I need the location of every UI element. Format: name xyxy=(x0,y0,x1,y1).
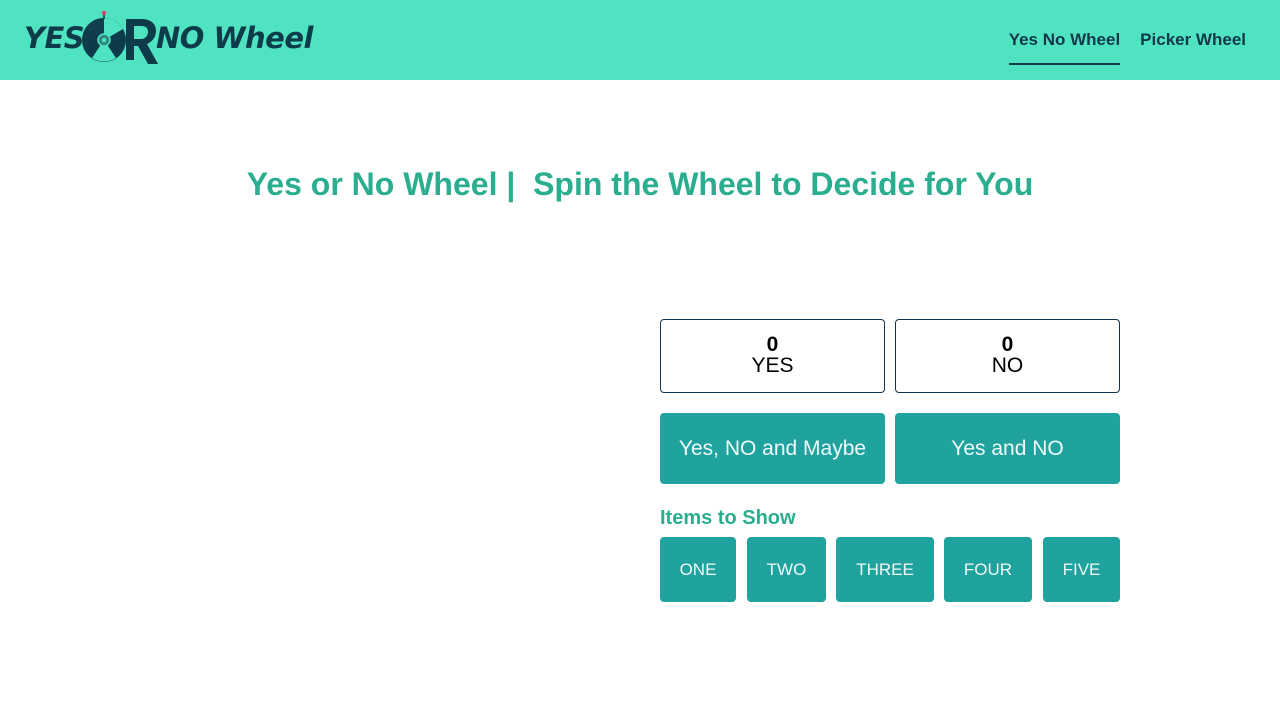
yes-score-box: 0 YES xyxy=(660,319,885,393)
items-to-show-heading: Items to Show xyxy=(660,507,796,529)
items-to-show-options: ONE TWO THREE FOUR FIVE xyxy=(660,537,1120,602)
yes-label: YES xyxy=(751,354,794,377)
items-four-button[interactable]: FOUR xyxy=(944,537,1032,602)
logo-text-no-wheel: NO Wheel xyxy=(156,21,313,55)
yes-count: 0 xyxy=(766,333,779,356)
no-count: 0 xyxy=(1001,333,1014,356)
main-nav: Yes No Wheel Picker Wheel xyxy=(1008,0,1246,80)
site-logo[interactable]: YES NO Wheel xyxy=(22,10,313,68)
items-two-button[interactable]: TWO xyxy=(747,537,826,602)
nav-link-yes-no-wheel[interactable]: Yes No Wheel xyxy=(1008,30,1121,65)
yes-and-no-button[interactable]: Yes and NO xyxy=(895,413,1120,484)
no-score-box: 0 NO xyxy=(895,319,1120,393)
no-label: NO xyxy=(991,354,1024,377)
mode-row: Yes, NO and Maybe Yes and NO xyxy=(660,413,1120,484)
items-one-button[interactable]: ONE xyxy=(660,537,736,602)
items-three-button[interactable]: THREE xyxy=(836,537,934,602)
top-navigation-bar: YES NO Wheel Yes No Wheel Picker Wheel xyxy=(0,0,1280,80)
logo-text-yes: YES xyxy=(24,21,85,55)
items-five-button[interactable]: FIVE xyxy=(1043,537,1120,602)
nav-link-picker-wheel[interactable]: Picker Wheel xyxy=(1140,30,1246,50)
wheel-icon xyxy=(82,10,158,64)
control-panel: 0 YES 0 NO Yes, NO and Maybe Yes and NO … xyxy=(660,319,1120,602)
yes-no-maybe-button[interactable]: Yes, NO and Maybe xyxy=(660,413,885,484)
score-row: 0 YES 0 NO xyxy=(660,319,1120,393)
page-title: Yes or No Wheel | Spin the Wheel to Deci… xyxy=(246,166,1034,202)
